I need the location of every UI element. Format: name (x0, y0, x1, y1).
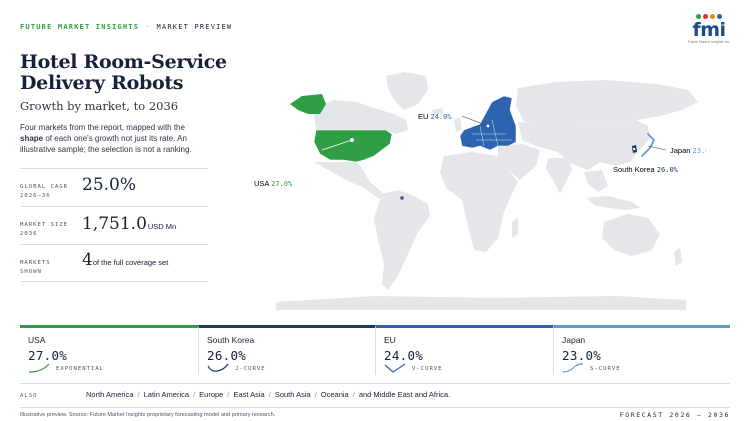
stat-value: 4of the full coverage set (82, 250, 169, 270)
card-name: USA (28, 335, 46, 345)
card-curve-label: J-CURVE (235, 366, 266, 372)
card-eu: EU 24.0% V-CURVE (375, 325, 553, 375)
forecast-range: FORECAST 2026 – 2036 (619, 411, 730, 419)
land-masses (276, 72, 698, 310)
page-subtitle: Growth by market, to 2036 (20, 99, 179, 113)
brand-name: FUTURE MARKET INSIGHTS (20, 23, 140, 31)
description: Four markets from the report, mapped wit… (20, 123, 192, 154)
logo-tagline: Future Market Insights Inc. (687, 40, 731, 44)
card-japan: Japan 23.0% S-CURVE (553, 325, 730, 375)
stat-global-cagr: GLOBAL CAGR 2026–36 25.0% (20, 168, 208, 206)
new-zealand (674, 248, 682, 266)
card-curve-label: S-CURVE (590, 366, 621, 372)
canada (314, 100, 408, 134)
stat-suffix: of the full coverage set (92, 258, 169, 267)
island-marker (400, 196, 404, 200)
card-name: Japan (562, 335, 586, 345)
eu-highlight (459, 95, 517, 151)
market-cards: USA 27.0% EXPONENTIAL South Korea 26.0% … (20, 325, 730, 375)
region-link[interactable]: Oceania (321, 390, 349, 399)
stat-value: 25.0% (82, 175, 137, 195)
region-link[interactable]: East Asia (233, 390, 264, 399)
card-value: 26.0% (207, 348, 247, 363)
map-label-usa: USA 27.0% (254, 179, 293, 188)
korea-marker (631, 147, 636, 152)
australia (602, 214, 660, 256)
uk (454, 117, 462, 132)
usa-highlight (313, 129, 393, 163)
map-label-south-korea: South Korea 26.0% (613, 165, 679, 174)
section-name: MARKET PREVIEW (156, 23, 233, 31)
map-label-eu: EU 24.0% (418, 112, 452, 121)
source-note: Illustrative preview. Source: Future Mar… (20, 412, 276, 418)
card-curve-label: V-CURVE (412, 366, 443, 372)
region-link[interactable]: Europe (199, 390, 223, 399)
alaska-highlight (290, 94, 326, 114)
stat-value: 1,751.0USD Mn (82, 214, 177, 234)
region-link[interactable]: North America (86, 390, 134, 399)
stat-label: MARKET SIZE 2036 (20, 222, 69, 237)
map-label-japan: Japan 23.0% (670, 146, 706, 155)
russia (516, 80, 698, 128)
description-emphasis: shape (20, 134, 44, 143)
j-curve-icon (207, 363, 229, 372)
card-name: EU (384, 335, 396, 345)
s-curve-icon (562, 363, 584, 373)
antarctica (276, 296, 686, 310)
also-label: ALSO (20, 393, 38, 399)
india (546, 158, 572, 194)
card-value: 24.0% (384, 348, 424, 363)
region-link[interactable]: South Asia (275, 390, 311, 399)
world-map: USA 27.0% EU 24.0% Japan 23.0% South Kor… (254, 72, 706, 310)
south-america (374, 190, 430, 290)
card-value: 27.0% (28, 348, 68, 363)
greenland (386, 72, 428, 110)
card-south-korea: South Korea 26.0% J-CURVE (198, 325, 375, 375)
logo-dots-icon (689, 14, 729, 22)
stat-unit: USD Mn (147, 222, 177, 231)
region-link[interactable]: Latin America (144, 390, 189, 399)
stat-label: MARKETS SHOWN (20, 260, 51, 275)
stat-markets-shown: MARKETS SHOWN 4of the full coverage set (20, 244, 208, 281)
stat-market-size: MARKET SIZE 2036 1,751.0USD Mn (20, 206, 208, 244)
also-regions: ALSO North America / Latin America / Europe /… (20, 383, 730, 403)
eyebrow: FUTURE MARKET INSIGHTS · MARKET PREVIEW (20, 23, 232, 31)
exponential-curve-icon (28, 363, 50, 373)
card-name: South Korea (207, 335, 255, 345)
mexico-central-america (314, 162, 386, 200)
card-usa: USA 27.0% EXPONENTIAL (20, 325, 198, 375)
eu-marker (485, 123, 491, 129)
card-value: 23.0% (562, 348, 602, 363)
fmi-logo: fmi Future Market Insights Inc. (686, 14, 732, 44)
v-curve-icon (384, 363, 406, 373)
southeast-asia (584, 170, 608, 192)
indonesia (586, 196, 640, 210)
region-tail: and Middle East and Africa. (358, 390, 451, 399)
footer: Illustrative preview. Source: Future Mar… (20, 407, 730, 419)
card-curve-label: EXPONENTIAL (56, 366, 105, 372)
stat-label: GLOBAL CAGR 2026–36 (20, 184, 69, 199)
stat-divider (20, 281, 208, 282)
eyebrow-separator: · (145, 23, 151, 31)
region-list: North America / Latin America / Europe / East … (86, 390, 451, 399)
usa-marker (350, 138, 354, 142)
madagascar (512, 218, 518, 238)
page-title: Hotel Room-Service Delivery Robots (20, 51, 227, 94)
logo-mark: fmi (692, 19, 726, 41)
